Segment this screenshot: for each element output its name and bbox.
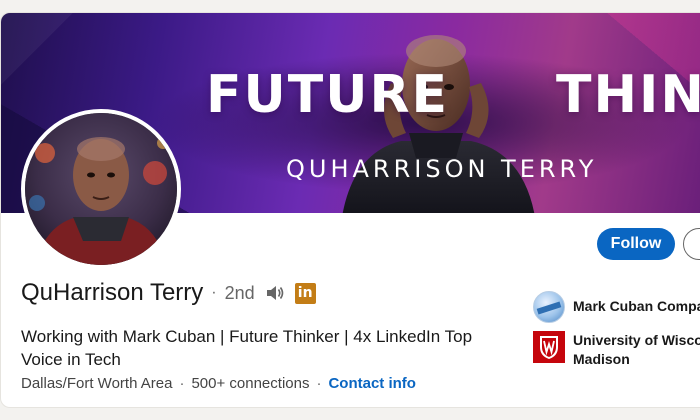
- banner-title-left: FUTURE: [206, 65, 450, 125]
- profile-name-row: QuHarrison Terry · 2nd in: [21, 279, 316, 307]
- connections-count[interactable]: 500+ connections: [191, 375, 309, 392]
- speaker-icon[interactable]: [265, 284, 285, 302]
- name-separator: ·: [211, 284, 217, 301]
- meta-separator: ·: [179, 375, 185, 392]
- contact-info-link[interactable]: Contact info: [328, 375, 416, 392]
- connection-degree: 2nd: [224, 282, 255, 303]
- meta-separator: ·: [316, 375, 322, 392]
- uw-crest-logo-icon: [533, 331, 565, 363]
- profile-headline: Working with Mark Cuban | Future Thinker…: [21, 327, 473, 369]
- banner-title: FUTURE THINKIN: [206, 65, 700, 125]
- school-name: University of Wiscon Madison: [573, 331, 700, 369]
- more-options-button[interactable]: [683, 228, 700, 260]
- school-name-line2: Madison: [573, 351, 630, 367]
- profile-location: Dallas/Fort Worth Area: [21, 375, 173, 392]
- company-name: Mark Cuban Compar: [573, 298, 700, 314]
- avatar-photo: [25, 113, 177, 265]
- banner-subtitle: QUHARRISON TERRY: [286, 155, 598, 183]
- linkedin-badge-icon: in: [294, 282, 316, 304]
- profile-card: FUTURE THINKIN QUHARRISON TERRY: [0, 12, 700, 408]
- mark-cuban-logo-icon: [533, 291, 565, 323]
- experience-item-mark-cuban[interactable]: Mark Cuban Compar: [533, 291, 700, 323]
- banner-title-right: THINKIN: [556, 65, 700, 125]
- profile-meta-row: Dallas/Fort Worth Area · 500+ connection…: [21, 375, 416, 392]
- school-name-line1: University of Wiscon: [573, 332, 700, 348]
- profile-avatar[interactable]: [21, 109, 181, 269]
- profile-name: QuHarrison Terry: [21, 279, 204, 306]
- follow-button[interactable]: Follow: [597, 228, 675, 260]
- education-item-uw-madison[interactable]: University of Wiscon Madison: [533, 331, 700, 369]
